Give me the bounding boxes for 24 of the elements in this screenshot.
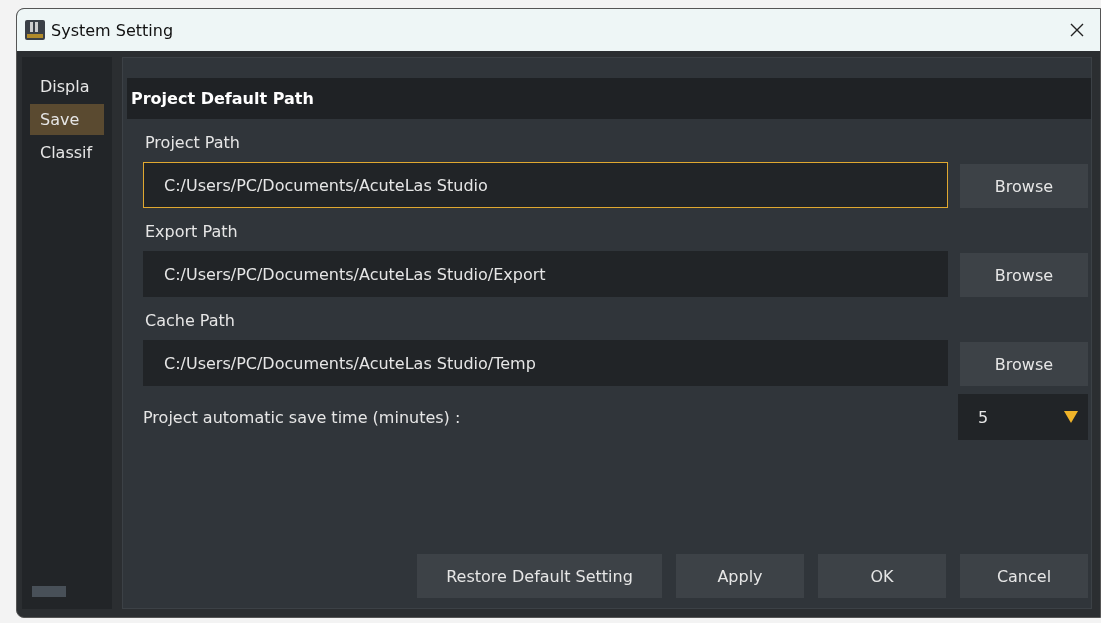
dialog-button[interactable]: OK <box>818 554 946 598</box>
browse-button[interactable]: Browse <box>960 342 1088 386</box>
section-header: Project Default Path <box>127 78 1091 119</box>
sidebar-item[interactable]: Save <box>30 104 104 135</box>
close-icon[interactable] <box>1070 23 1084 37</box>
dialog-button[interactable]: Apply <box>676 554 804 598</box>
path-field[interactable]: C:/Users/PC/Documents/AcuteLas Studio/Temp <box>143 340 948 386</box>
window-title: System Setting <box>51 20 175 40</box>
autosave-label: Project automatic save time (minutes) : <box>143 407 462 427</box>
field-label: Cache Path <box>145 311 236 330</box>
field-label: Export Path <box>145 222 239 241</box>
dialog-button[interactable]: Cancel <box>960 554 1088 598</box>
app-logo-icon <box>25 20 45 40</box>
scrollbar-thumb[interactable] <box>32 586 66 597</box>
sidebar-item[interactable]: Classif <box>30 137 104 168</box>
browse-button[interactable]: Browse <box>960 253 1088 297</box>
path-field[interactable]: C:/Users/PC/Documents/AcuteLas Studio/Export <box>143 251 948 297</box>
autosave-dropdown[interactable]: 5 <box>958 394 1088 440</box>
dialog-button[interactable]: Restore Default Setting <box>417 554 662 598</box>
sidebar-item[interactable]: Displa <box>30 71 104 102</box>
path-field[interactable]: C:/Users/PC/Documents/AcuteLas Studio <box>143 162 948 208</box>
dropdown-arrow-icon <box>1064 411 1078 423</box>
field-label: Project Path <box>145 133 241 152</box>
browse-button[interactable]: Browse <box>960 164 1088 208</box>
